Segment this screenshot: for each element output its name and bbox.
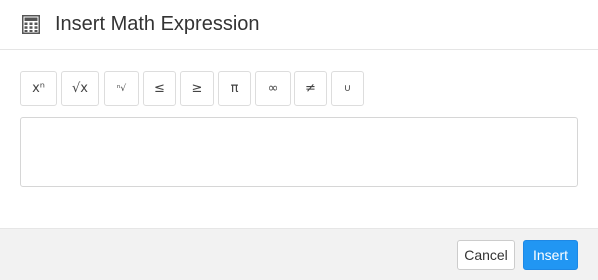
greater-equal-button[interactable]: ≥	[180, 71, 214, 106]
insert-math-dialog: Insert Math Expression xⁿ √x ⁿ√ ≤ ≥ π ∞ …	[0, 0, 598, 280]
not-equal-button[interactable]: ≠	[294, 71, 327, 106]
calculator-icon	[22, 15, 40, 34]
pi-button[interactable]: π	[218, 71, 251, 106]
superscript-button[interactable]: xⁿ	[20, 71, 57, 106]
cancel-button[interactable]: Cancel	[457, 240, 515, 270]
infinity-button[interactable]: ∞	[255, 71, 291, 106]
square-root-button[interactable]: √x	[61, 71, 99, 106]
dialog-header: Insert Math Expression	[0, 0, 598, 50]
nth-root-button[interactable]: ⁿ√	[104, 71, 139, 106]
insert-button[interactable]: Insert	[523, 240, 578, 270]
union-button[interactable]: ∪	[331, 71, 364, 106]
math-expression-input[interactable]	[20, 117, 578, 187]
less-equal-button[interactable]: ≤	[143, 71, 176, 106]
dialog-footer: Cancel Insert	[0, 228, 598, 280]
dialog-title: Insert Math Expression	[55, 13, 260, 35]
